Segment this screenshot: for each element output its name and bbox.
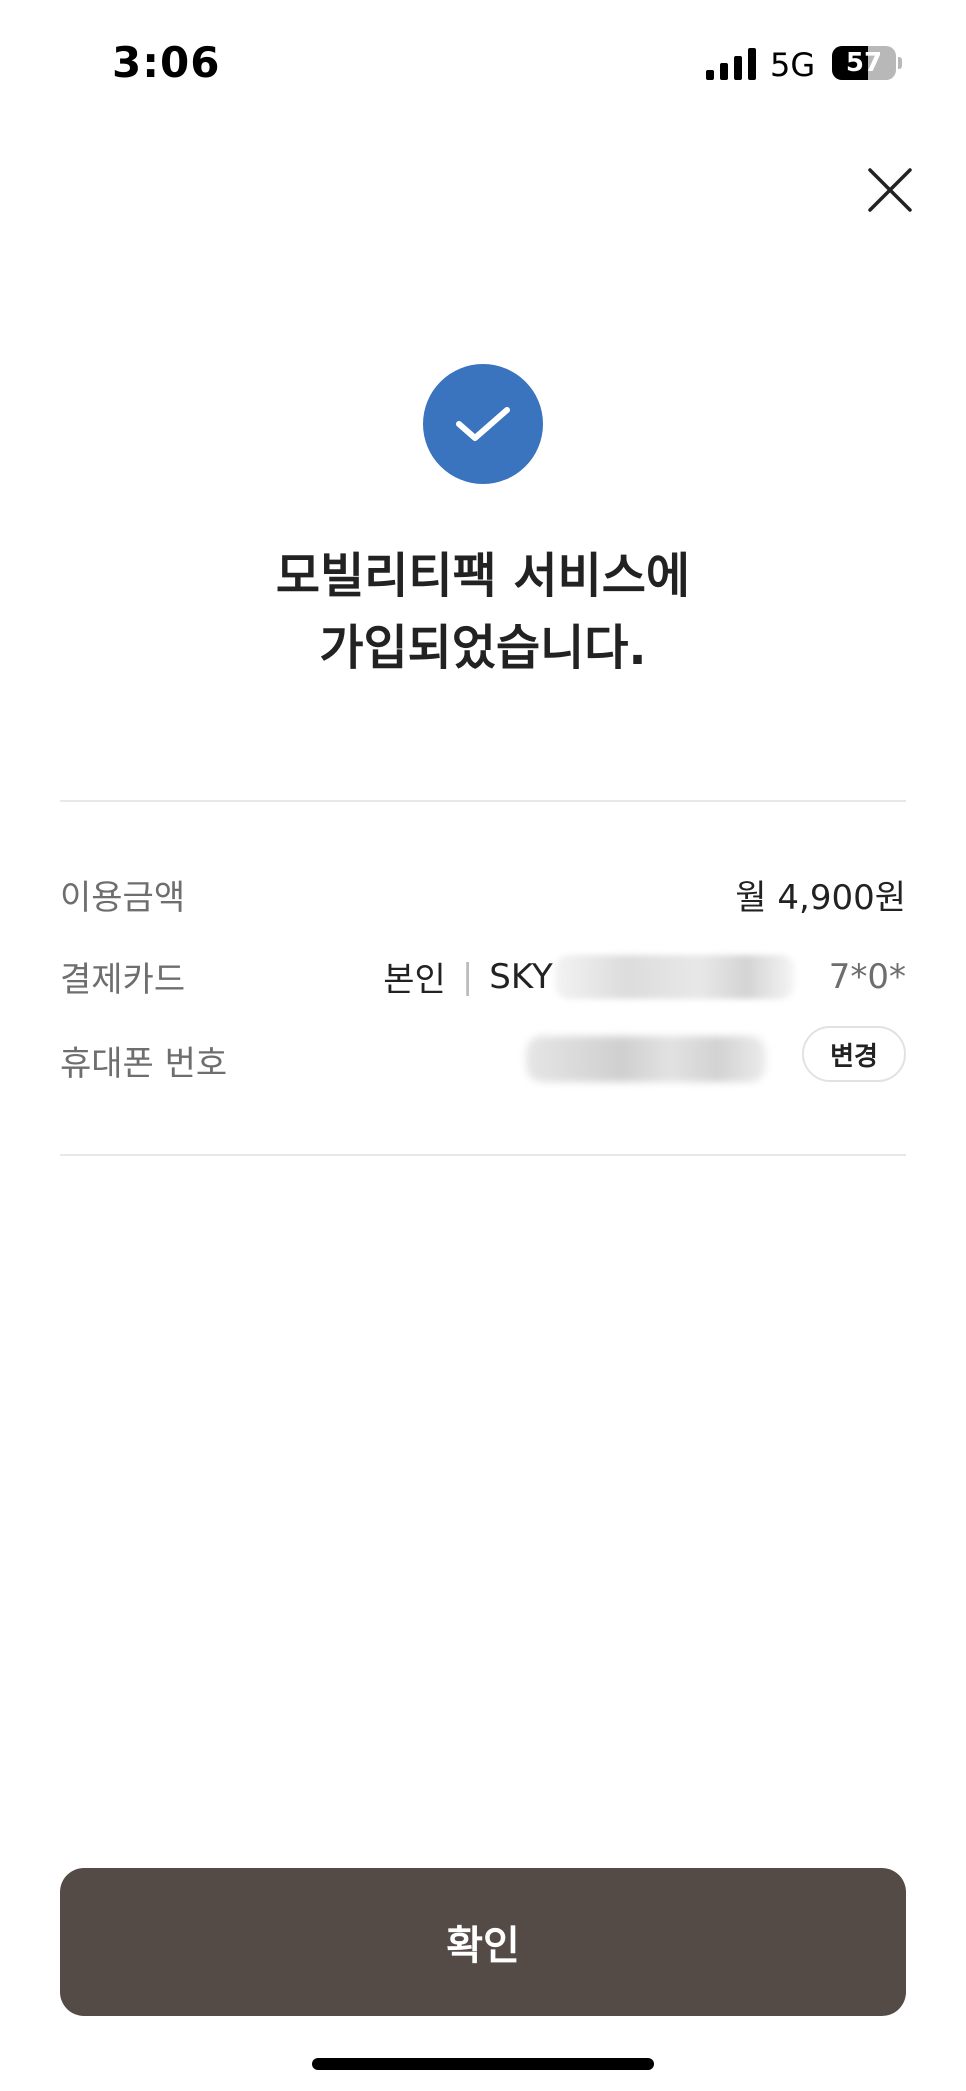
- check-icon: [456, 407, 510, 441]
- card-value: 본인 | SKY 7*0*: [383, 952, 906, 1001]
- amount-label: 이용금액: [60, 878, 186, 918]
- battery-level: 57: [845, 48, 883, 78]
- signal-icon: [706, 48, 756, 80]
- top-divider: [60, 800, 906, 802]
- phone-number-blurred: [526, 1036, 766, 1082]
- card-label: 결제카드: [60, 960, 186, 1000]
- network-label: 5G: [770, 46, 816, 84]
- close-icon: [868, 168, 912, 212]
- success-title-line1: 모빌리티팩 서비스에: [275, 548, 691, 604]
- success-check-circle: [423, 364, 543, 484]
- phone-label: 휴대폰 번호: [60, 1044, 228, 1084]
- status-bar: 3:06 5G 57: [0, 0, 966, 130]
- amount-row: 이용금액 월 4,900원: [60, 860, 906, 920]
- card-number-tail: 7*0*: [828, 956, 906, 997]
- card-number-blurred: [554, 954, 795, 999]
- close-button[interactable]: [860, 160, 920, 220]
- battery-icon: 57: [832, 46, 902, 80]
- card-owner: 본인: [383, 960, 446, 1000]
- success-title: 모빌리티팩 서비스에 가입되었습니다.: [0, 540, 966, 684]
- change-phone-button[interactable]: 변경: [802, 1026, 906, 1082]
- success-title-line2: 가입되었습니다.: [319, 620, 647, 676]
- confirm-button[interactable]: 확인: [60, 1868, 906, 2016]
- card-row: 결제카드 본인 | SKY 7*0*: [60, 942, 906, 1002]
- card-separator: |: [461, 956, 474, 997]
- amount-value: 월 4,900원: [735, 878, 906, 918]
- bottom-divider: [60, 1154, 906, 1156]
- phone-row: 휴대폰 번호 변경: [60, 1026, 906, 1086]
- status-time: 3:06: [112, 38, 221, 87]
- card-issuer: SKY: [489, 956, 553, 997]
- home-indicator: [312, 2058, 654, 2070]
